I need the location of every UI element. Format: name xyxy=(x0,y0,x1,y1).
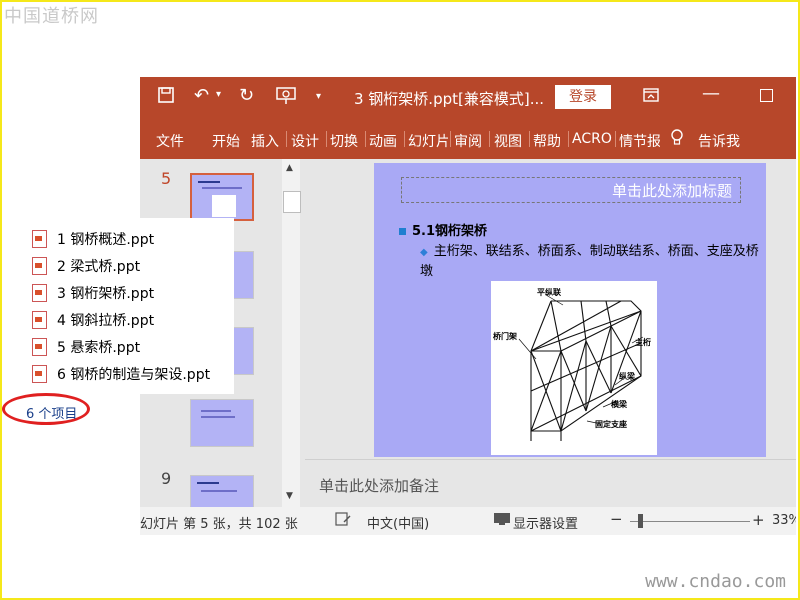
slide-title-placeholder[interactable]: 单击此处添加标题 xyxy=(401,177,741,203)
file-list-popup: 1 钢桥概述.ppt 2 梁式桥.ppt 3 钢桁架桥.ppt 4 钢斜拉桥.p… xyxy=(26,218,234,394)
diagram-label-floor-beam: 横梁 xyxy=(611,399,627,409)
tab-view[interactable]: 视图 xyxy=(494,131,522,151)
thumbnail-line xyxy=(201,416,235,418)
thumbnail-scrollbar[interactable]: ▲ ▼ xyxy=(282,159,301,507)
notes-placeholder: 单击此处添加备注 xyxy=(319,477,440,495)
tab-separator xyxy=(489,131,490,147)
slide-thumbnail-9[interactable] xyxy=(190,475,254,508)
title-bar: ↶ ▾ ↻ ▾ 3 钢桁架桥.ppt[兼容模式]... 登录 — xyxy=(140,77,796,119)
tell-me-search[interactable]: 告诉我 xyxy=(698,131,740,151)
tab-separator xyxy=(568,131,569,147)
watermark-bottom: www.cndao.com xyxy=(645,571,786,592)
tab-storyboard[interactable]: 情节报 xyxy=(619,131,660,151)
file-name: 3 钢桁架桥.ppt xyxy=(57,286,155,302)
thumbnail-image xyxy=(212,195,236,217)
ribbon-tabs: 文件 开始 插入 设计 切换 动画 幻灯片 审阅 视图 帮助 ACRO 情节报 … xyxy=(140,119,796,159)
minimize-button[interactable]: — xyxy=(702,83,720,104)
display-settings-button[interactable]: 显示器设置 xyxy=(513,513,578,532)
thumbnail-title xyxy=(197,482,219,484)
ppt-file-icon xyxy=(32,311,47,329)
zoom-out-button[interactable]: − xyxy=(610,510,623,528)
tab-separator xyxy=(404,131,405,147)
current-slide: 单击此处添加标题 5.1钢桁架桥 ◆ 主桁架、联结系、桥面系、制动联结系、桥面、支… xyxy=(374,163,766,457)
notes-icon[interactable] xyxy=(335,511,351,531)
powerpoint-window: ↶ ▾ ↻ ▾ 3 钢桁架桥.ppt[兼容模式]... 登录 — 文件 开始 插… xyxy=(140,77,796,535)
truss-bridge-diagram[interactable]: 平纵联 桥门架 主桁 纵梁 横梁 固定支座 xyxy=(491,281,657,455)
undo-dropdown-icon[interactable]: ▾ xyxy=(216,89,221,100)
tab-separator xyxy=(450,131,451,147)
save-icon[interactable] xyxy=(158,87,174,108)
status-bar: 幻灯片 第 5 张，共 102 张 中文(中国) 显示器设置 − + 33% xyxy=(140,507,796,535)
file-name: 5 悬索桥.ppt xyxy=(57,340,141,356)
diagram-label-portal: 桥门架 xyxy=(493,331,517,341)
scroll-up-icon[interactable]: ▲ xyxy=(286,163,293,173)
thumbnail-title xyxy=(198,181,220,183)
notes-pane[interactable]: 单击此处添加备注 xyxy=(305,459,796,508)
zoom-slider-track[interactable] xyxy=(630,521,750,522)
diagram-label-top-lateral: 平纵联 xyxy=(537,287,561,297)
tab-animations[interactable]: 动画 xyxy=(369,131,397,151)
file-name: 4 钢斜拉桥.ppt xyxy=(57,313,155,329)
login-button[interactable]: 登录 xyxy=(555,85,611,109)
tab-acrobat[interactable]: ACRO xyxy=(572,131,613,147)
present-icon[interactable] xyxy=(276,87,296,110)
undo-icon[interactable]: ↶ xyxy=(194,85,209,106)
maximize-button[interactable] xyxy=(760,89,773,102)
ppt-file-icon xyxy=(32,338,47,356)
square-bullet-icon xyxy=(399,228,406,235)
lightbulb-icon xyxy=(670,129,684,151)
thumbnail-line xyxy=(202,187,242,189)
diamond-bullet-icon: ◆ xyxy=(420,247,428,258)
tab-slideshow[interactable]: 幻灯片 xyxy=(408,131,448,151)
zoom-level[interactable]: 33% xyxy=(772,513,796,528)
scrollbar-thumb[interactable] xyxy=(283,191,301,213)
diagram-label-fixed-bearing: 固定支座 xyxy=(595,419,627,429)
tab-separator xyxy=(365,131,366,147)
tab-help[interactable]: 帮助 xyxy=(533,131,561,151)
tab-design[interactable]: 设计 xyxy=(291,131,319,151)
file-name: 1 钢桥概述.ppt xyxy=(57,232,155,248)
tab-transitions[interactable]: 切换 xyxy=(330,131,358,151)
scroll-down-icon[interactable]: ▼ xyxy=(286,491,293,501)
thumbnail-number: 5 xyxy=(161,169,172,188)
slide-thumbnail-8[interactable] xyxy=(190,399,254,447)
ppt-file-icon xyxy=(32,230,47,248)
slide-sub-bullet-text: 主桁架、联结系、桥面系、制动联结系、桥面、支座及桥墩 xyxy=(420,244,759,279)
tab-review[interactable]: 审阅 xyxy=(454,131,482,151)
customize-quick-access-icon[interactable]: ▾ xyxy=(316,91,321,102)
slide-counter: 幻灯片 第 5 张，共 102 张 xyxy=(140,517,298,532)
watermark-top: 中国道桥网 xyxy=(4,6,99,27)
tab-separator xyxy=(615,131,616,147)
truss-drawing xyxy=(518,294,644,441)
slide-thumbnail-5[interactable] xyxy=(190,173,254,221)
file-name: 6 钢桥的制造与架设.ppt xyxy=(57,367,211,383)
ppt-file-icon xyxy=(32,284,47,302)
thumbnail-number: 9 xyxy=(161,469,172,488)
item-count: 6 个项目 xyxy=(26,407,78,422)
display-settings-icon[interactable] xyxy=(493,512,511,530)
slide-editing-area: 单击此处添加标题 5.1钢桁架桥 ◆ 主桁架、联结系、桥面系、制动联结系、桥面、支… xyxy=(305,159,796,459)
language-indicator[interactable]: 中文(中国) xyxy=(367,513,429,532)
redo-icon[interactable]: ↻ xyxy=(239,85,254,106)
thumbnail-line xyxy=(201,410,231,412)
ppt-file-icon xyxy=(32,257,47,275)
slide-heading[interactable]: 5.1钢桁架桥 xyxy=(399,220,487,239)
window-title: 3 钢桁架桥.ppt[兼容模式]... xyxy=(354,90,545,108)
zoom-in-button[interactable]: + xyxy=(752,511,765,529)
slide-heading-text: 5.1钢桁架桥 xyxy=(412,224,488,239)
zoom-slider-thumb[interactable] xyxy=(638,514,643,528)
diagram-label-main-truss: 主桁 xyxy=(635,337,651,347)
tab-file[interactable]: 文件 xyxy=(156,131,184,151)
tab-separator xyxy=(529,131,530,147)
diagram-label-stringer: 纵梁 xyxy=(619,371,635,381)
thumbnail-line xyxy=(201,490,237,492)
ribbon-display-icon[interactable] xyxy=(643,87,659,106)
tab-separator xyxy=(326,131,327,147)
slide-sub-bullet[interactable]: ◆ 主桁架、联结系、桥面系、制动联结系、桥面、支座及桥墩 xyxy=(420,242,760,281)
file-name: 2 梁式桥.ppt xyxy=(57,259,141,275)
tab-separator xyxy=(286,131,287,147)
tab-insert[interactable]: 插入 xyxy=(251,131,279,151)
tab-home[interactable]: 开始 xyxy=(212,131,240,151)
ppt-file-icon xyxy=(32,365,47,383)
